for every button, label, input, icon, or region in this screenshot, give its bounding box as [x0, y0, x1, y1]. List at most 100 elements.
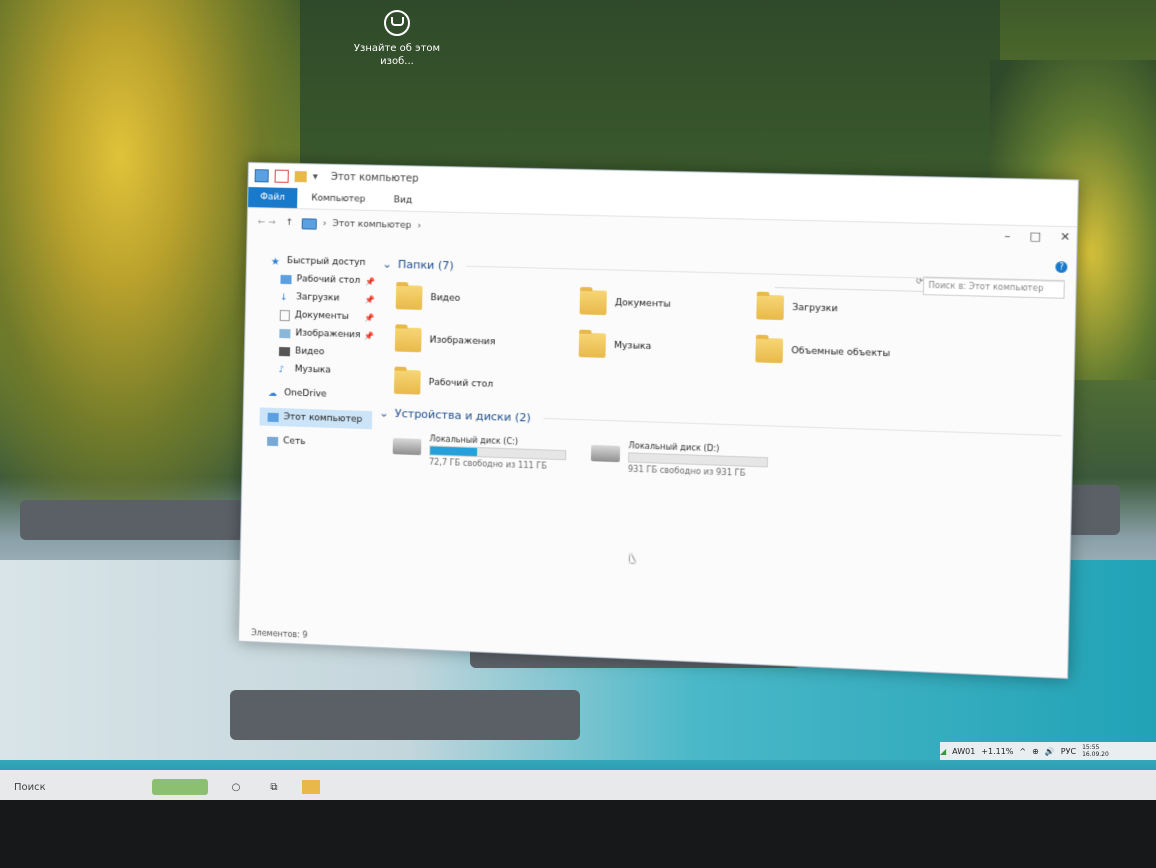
- folder-desktop[interactable]: Рабочий стол: [393, 368, 578, 402]
- breadcrumb[interactable]: › Этот компьютер ›: [301, 217, 422, 232]
- folder-label: Загрузки: [792, 302, 838, 315]
- sidebar-item-label: Видео: [294, 346, 325, 358]
- tab-view[interactable]: Вид: [379, 190, 426, 211]
- properties-icon[interactable]: [274, 169, 289, 183]
- folder-icon: [394, 327, 422, 353]
- tray-time: 15:55: [1082, 744, 1100, 751]
- group-title: Устройства и диски (2): [394, 406, 531, 425]
- chevron-down-icon: ⌄: [379, 405, 389, 420]
- sidebar-item-label: Загрузки: [296, 292, 340, 304]
- chevron-down-icon[interactable]: ▾: [313, 171, 321, 182]
- folder-label: Документы: [614, 298, 671, 310]
- back-forward-icon[interactable]: ← →: [258, 217, 286, 228]
- cloud-icon: ☁: [268, 388, 278, 399]
- search-highlight-icon[interactable]: [152, 779, 208, 795]
- sidebar-item-label: Рабочий стол: [296, 274, 361, 287]
- sidebar-item-music[interactable]: ♪ Музыка: [260, 359, 373, 381]
- signal-icon[interactable]: ◢: [940, 747, 946, 756]
- folder-downloads[interactable]: Загрузки: [756, 293, 936, 327]
- desktop-icon: [280, 274, 292, 284]
- taskbar: Поиск ○ ⧉: [0, 770, 1156, 804]
- group-title: Папки (7): [397, 257, 454, 272]
- folder-icon: [755, 337, 784, 364]
- picture-icon: [279, 328, 291, 338]
- explorer-window[interactable]: ▾ Этот компьютер Файл Компьютер Вид – □ …: [237, 162, 1079, 679]
- wallpaper-rock: [20, 500, 250, 540]
- folder-icon: [395, 285, 423, 310]
- pin-icon[interactable]: 📌: [364, 313, 374, 322]
- pin-icon[interactable]: 📌: [365, 277, 375, 286]
- window-title: Этот компьютер: [330, 171, 419, 185]
- music-note-icon: ♪: [278, 364, 285, 375]
- tray-date: 16.09.20: [1082, 751, 1109, 758]
- computer-icon: [301, 217, 317, 230]
- up-arrow-icon[interactable]: ↑: [286, 218, 302, 228]
- folder-icon: [756, 294, 785, 321]
- status-bar-item-count: Элементов: 9: [251, 628, 308, 640]
- globe-icon[interactable]: ⊕: [1032, 747, 1039, 756]
- wallpaper-rock: [230, 690, 580, 740]
- navigation-pane: ★ Быстрый доступ Рабочий стол 📌 ↓ Загруз…: [259, 251, 376, 453]
- folder-icon: [579, 289, 607, 316]
- learn-more-label: Узнайте об этом изоб...: [353, 43, 441, 67]
- download-arrow-icon: ↓: [280, 292, 288, 303]
- network-icon: [267, 436, 279, 446]
- sidebar-item-onedrive[interactable]: ☁ OneDrive: [260, 383, 373, 405]
- content-pane: ⌄ Папки (7) Видео Документы Загрузки Изо…: [378, 254, 1065, 490]
- folder-label: Объемные объекты: [791, 346, 891, 360]
- folder-3d-objects[interactable]: Объемные объекты: [755, 336, 935, 370]
- drive-c[interactable]: Локальный диск (C:) 72,7 ГБ свободно из …: [392, 432, 567, 472]
- breadcrumb-chevron[interactable]: ›: [417, 221, 421, 231]
- folder-icon: [578, 332, 606, 358]
- tray-clock[interactable]: 15:55 16.09.20: [1082, 744, 1109, 758]
- taskbar-search[interactable]: Поиск: [14, 782, 134, 793]
- task-view-icon[interactable]: ⧉: [264, 779, 284, 795]
- hard-drive-windows-icon: [392, 438, 422, 456]
- folder-pictures[interactable]: Изображения: [394, 325, 579, 359]
- drive-usage-fill: [430, 446, 478, 457]
- tray-network-name[interactable]: AW01: [952, 747, 975, 756]
- system-tray: ◢ AW01 +1.11% ^ ⊕ 🔊 РУС 15:55 16.09.20: [940, 742, 1156, 760]
- new-folder-icon[interactable]: [294, 170, 307, 182]
- sidebar-item-label: Документы: [294, 310, 350, 322]
- sidebar-item-label: Музыка: [294, 364, 331, 376]
- chevron-down-icon: ⌄: [382, 256, 392, 271]
- folder-label: Изображения: [429, 335, 496, 348]
- monitor-bezel: [0, 800, 1156, 868]
- document-icon: [279, 309, 290, 321]
- sidebar-item-this-pc[interactable]: Этот компьютер: [259, 407, 373, 430]
- folder-label: Музыка: [613, 340, 652, 353]
- learn-more-desktop-icon[interactable]: Узнайте об этом изоб...: [352, 10, 442, 68]
- quick-access-toolbar: ▾: [254, 168, 321, 183]
- computer-icon: [254, 168, 269, 182]
- sidebar-item-label: Быстрый доступ: [286, 256, 366, 269]
- pin-icon[interactable]: 📌: [364, 295, 374, 304]
- folder-videos[interactable]: Видео: [395, 283, 580, 316]
- tray-percent: +1.11%: [981, 746, 1014, 756]
- hard-drive-icon: [590, 444, 621, 463]
- folder-music[interactable]: Музыка: [578, 331, 756, 365]
- chevron-up-icon[interactable]: ^: [1019, 747, 1026, 756]
- sidebar-item-label: Сеть: [283, 436, 306, 448]
- tab-file[interactable]: Файл: [248, 187, 298, 209]
- breadcrumb-chevron: ›: [322, 218, 327, 229]
- computer-icon: [267, 412, 279, 422]
- breadcrumb-this-pc[interactable]: Этот компьютер: [332, 219, 411, 231]
- speaker-icon[interactable]: 🔊: [1045, 747, 1055, 756]
- camera-icon: [384, 10, 410, 36]
- folder-documents[interactable]: Документы: [579, 288, 756, 321]
- tab-computer[interactable]: Компьютер: [297, 188, 380, 210]
- pin-icon[interactable]: 📌: [364, 331, 374, 340]
- drive-d[interactable]: Локальный диск (D:) 931 ГБ свободно из 9…: [590, 439, 769, 480]
- folder-icon: [393, 369, 421, 395]
- sidebar-item-label: Этот компьютер: [283, 412, 363, 425]
- file-explorer-icon[interactable]: [302, 780, 320, 794]
- folder-label: Рабочий стол: [428, 377, 494, 390]
- folder-label: Видео: [430, 293, 461, 304]
- mouse-cursor-icon: [630, 553, 636, 563]
- sidebar-item-label: OneDrive: [284, 388, 327, 400]
- tray-language[interactable]: РУС: [1061, 747, 1076, 756]
- cortana-circle-icon[interactable]: ○: [226, 779, 246, 795]
- folders-grid: Видео Документы Загрузки Изображения Муз…: [393, 283, 1065, 417]
- sidebar-item-network[interactable]: Сеть: [259, 431, 372, 453]
